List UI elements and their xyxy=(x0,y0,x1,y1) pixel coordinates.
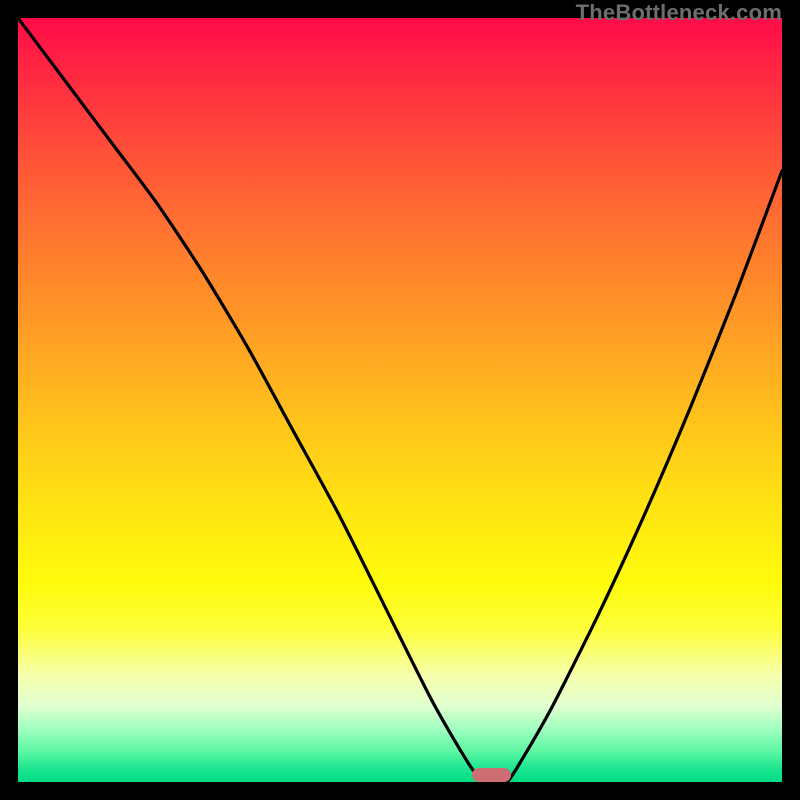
plot-area xyxy=(18,18,782,782)
watermark-text: TheBottleneck.com xyxy=(576,0,782,26)
optimal-range-marker xyxy=(472,768,511,782)
bottleneck-curve xyxy=(18,18,782,782)
chart-frame: TheBottleneck.com xyxy=(0,0,800,800)
